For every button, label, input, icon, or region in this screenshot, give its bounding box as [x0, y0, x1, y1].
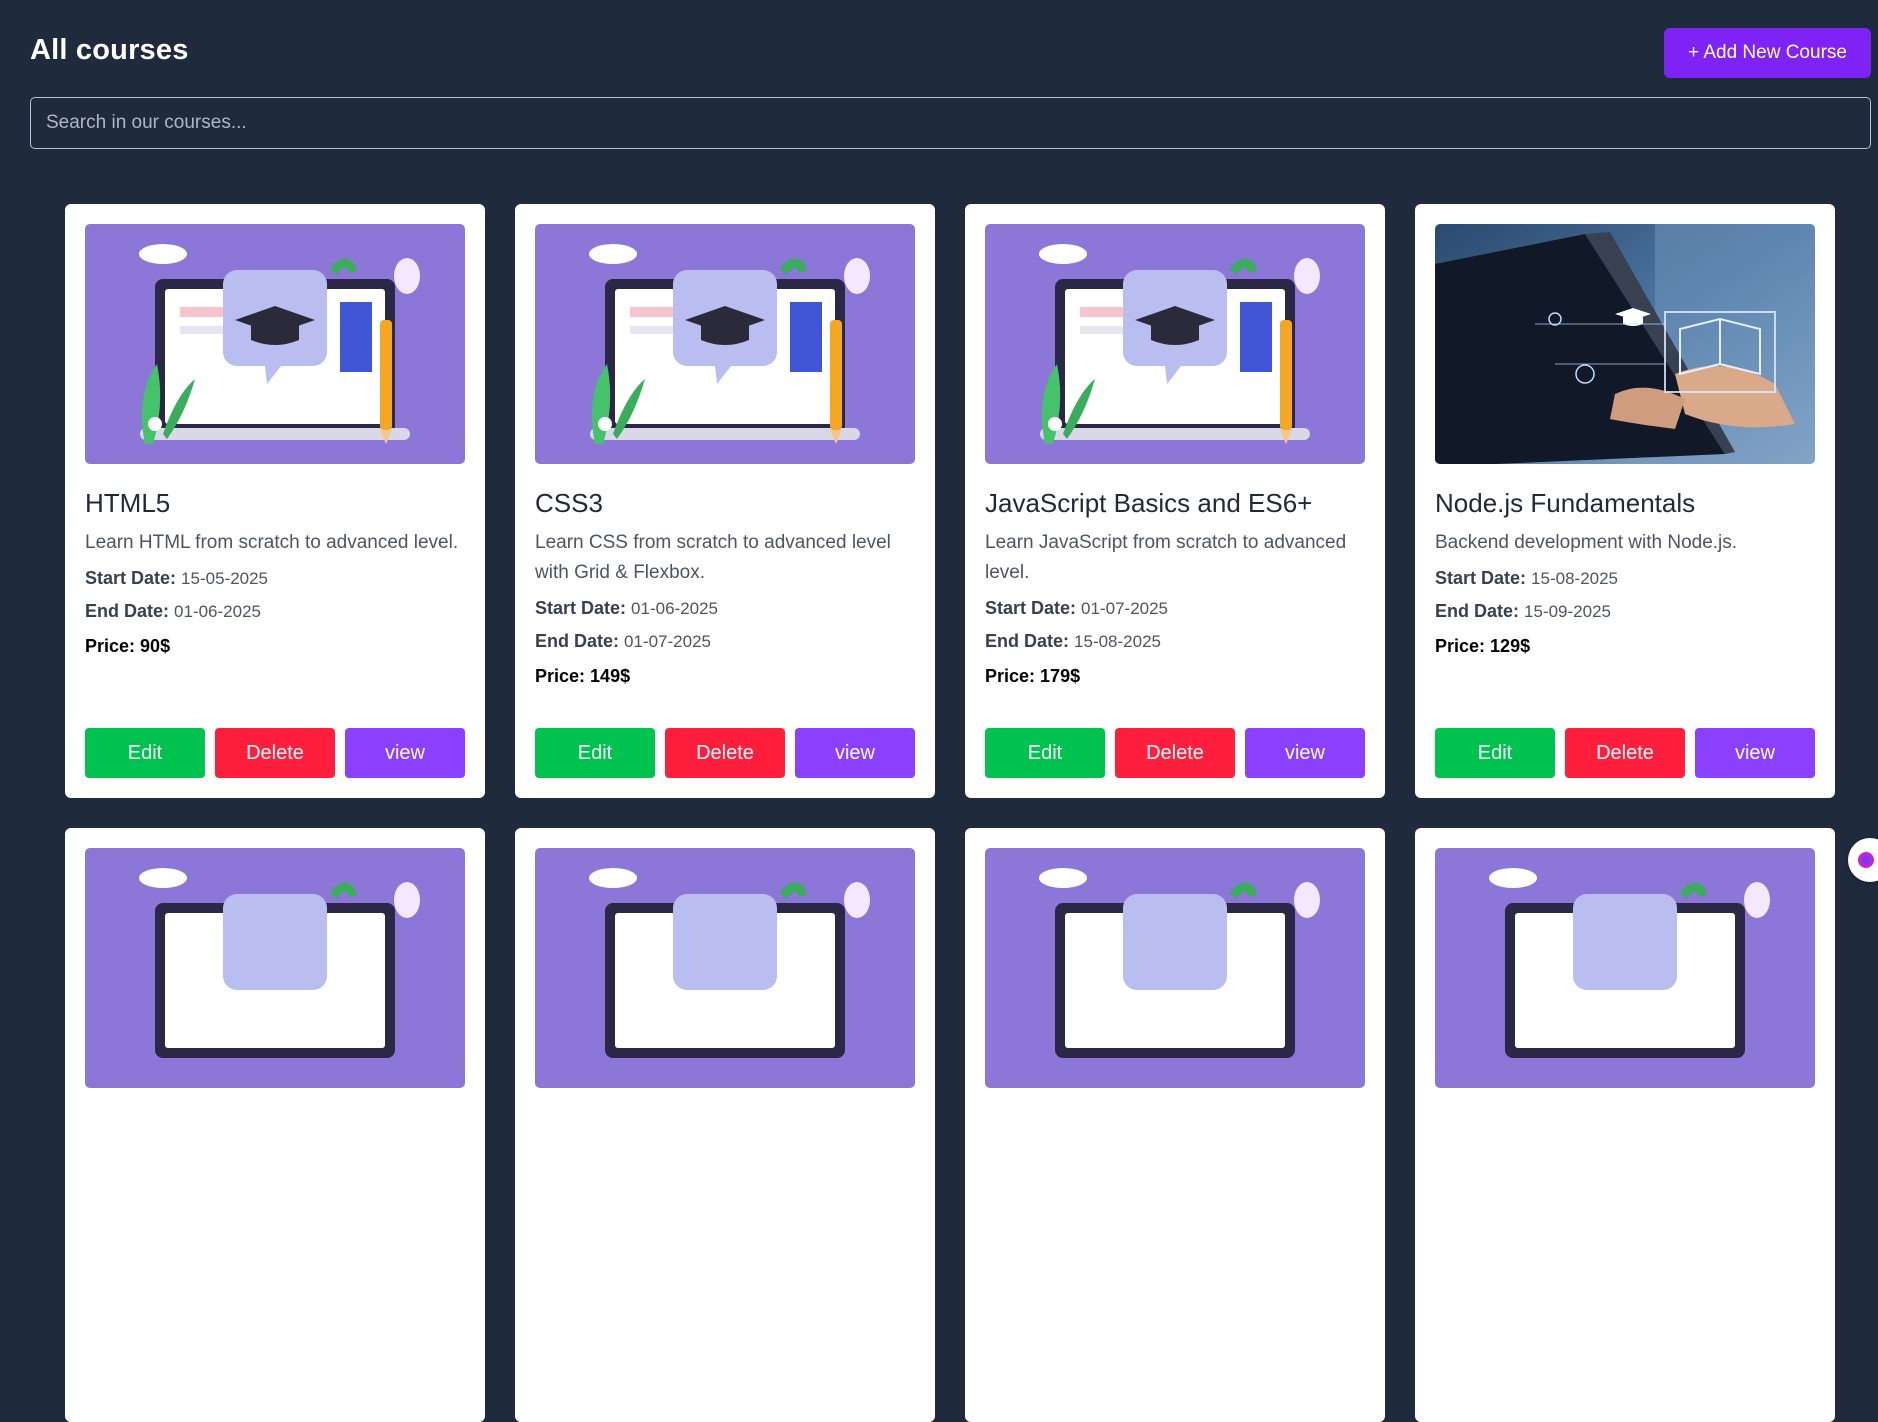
price-label: Price: — [985, 666, 1036, 686]
start-date-value: 15-05-2025 — [181, 569, 269, 588]
view-button[interactable]: view — [1245, 728, 1365, 778]
course-card — [1415, 828, 1835, 1422]
price: Price: 90$ — [85, 636, 465, 657]
price-value: 179$ — [1040, 666, 1081, 686]
end-date: End Date: 15-09-2025 — [1435, 599, 1815, 624]
end-date-value: 15-08-2025 — [1074, 632, 1161, 651]
page-title: All courses — [30, 34, 189, 66]
course-title: JavaScript Basics and ES6+ — [985, 488, 1313, 518]
start-date-value: 01-06-2025 — [631, 599, 719, 618]
laptop-hands-photo — [1435, 224, 1815, 464]
graduation-laptop-illustration — [985, 848, 1365, 1088]
edit-button[interactable]: Edit — [1435, 728, 1555, 778]
start-date: Start Date: 01-07-2025 — [985, 596, 1365, 621]
price-value: 90$ — [140, 636, 171, 656]
edit-button[interactable]: Edit — [535, 728, 655, 778]
start-date-label: Start Date: — [985, 598, 1077, 618]
course-card — [65, 828, 485, 1422]
start-date-label: Start Date: — [85, 568, 177, 588]
course-description: Learn CSS from scratch to advanced level… — [535, 532, 891, 583]
edit-button[interactable]: Edit — [85, 728, 205, 778]
delete-button[interactable]: Delete — [215, 728, 335, 778]
card-actions: Edit Delete view — [1435, 728, 1815, 778]
end-date: End Date: 01-06-2025 — [85, 599, 465, 624]
course-title: Node.js Fundamentals — [1435, 488, 1696, 518]
course-image — [535, 224, 915, 464]
end-date-label: End Date: — [85, 601, 170, 621]
end-date-label: End Date: — [1435, 601, 1520, 621]
course-title: CSS3 — [535, 488, 603, 518]
course-card — [515, 828, 935, 1422]
start-date-label: Start Date: — [535, 598, 627, 618]
view-button[interactable]: view — [795, 728, 915, 778]
course-description: Backend development with Node.js. — [1435, 532, 1738, 553]
delete-button[interactable]: Delete — [1115, 728, 1235, 778]
price-label: Price: — [1435, 636, 1486, 656]
edit-button[interactable]: Edit — [985, 728, 1105, 778]
card-actions: Edit Delete view — [985, 728, 1365, 778]
graduation-laptop-illustration — [535, 848, 915, 1088]
course-image — [1435, 224, 1815, 464]
end-date-value: 15-09-2025 — [1524, 602, 1611, 621]
course-description: Learn HTML from scratch to advanced leve… — [85, 532, 459, 553]
course-image — [985, 224, 1365, 464]
price-label: Price: — [535, 666, 586, 686]
price: Price: 179$ — [985, 666, 1365, 687]
course-card — [965, 828, 1385, 1422]
start-date: Start Date: 15-08-2025 — [1435, 566, 1815, 591]
course-image — [1435, 848, 1815, 1088]
end-date: End Date: 15-08-2025 — [985, 629, 1365, 654]
end-date-label: End Date: — [535, 631, 620, 651]
card-actions: Edit Delete view — [535, 728, 915, 778]
course-image — [985, 848, 1365, 1088]
price-label: Price: — [85, 636, 136, 656]
end-date-label: End Date: — [985, 631, 1070, 651]
course-card: Node.js Fundamentals Backend development… — [1415, 204, 1835, 798]
delete-button[interactable]: Delete — [1565, 728, 1685, 778]
graduation-laptop-illustration — [1435, 848, 1815, 1088]
end-date-value: 01-06-2025 — [174, 602, 261, 621]
assistant-launcher-button[interactable] — [1848, 838, 1878, 882]
graduation-laptop-illustration — [85, 848, 465, 1088]
assistant-icon — [1858, 852, 1874, 868]
price-value: 129$ — [1490, 636, 1531, 656]
view-button[interactable]: view — [345, 728, 465, 778]
card-actions: Edit Delete view — [85, 728, 465, 778]
course-title: HTML5 — [85, 488, 171, 518]
end-date: End Date: 01-07-2025 — [535, 629, 915, 654]
end-date-value: 01-07-2025 — [624, 632, 711, 651]
course-image — [85, 848, 465, 1088]
course-image — [85, 224, 465, 464]
add-new-course-button[interactable]: + Add New Course — [1664, 28, 1871, 78]
course-description: Learn JavaScript from scratch to advance… — [985, 532, 1347, 583]
course-card: HTML5 Learn HTML from scratch to advance… — [65, 204, 485, 798]
price-value: 149$ — [590, 666, 631, 686]
start-date-value: 15-08-2025 — [1531, 569, 1619, 588]
delete-button[interactable]: Delete — [665, 728, 785, 778]
price: Price: 129$ — [1435, 636, 1815, 657]
price: Price: 149$ — [535, 666, 915, 687]
course-image — [535, 848, 915, 1088]
start-date-label: Start Date: — [1435, 568, 1527, 588]
search-input[interactable] — [30, 97, 1871, 149]
start-date: Start Date: 15-05-2025 — [85, 566, 465, 591]
start-date-value: 01-07-2025 — [1081, 599, 1169, 618]
view-button[interactable]: view — [1695, 728, 1815, 778]
graduation-laptop-illustration — [85, 224, 465, 464]
graduation-laptop-illustration — [985, 224, 1365, 464]
course-card: JavaScript Basics and ES6+ Learn JavaScr… — [965, 204, 1385, 798]
start-date: Start Date: 01-06-2025 — [535, 596, 915, 621]
graduation-laptop-illustration — [535, 224, 915, 464]
page-header: All courses + Add New Course — [30, 28, 1871, 78]
course-card: CSS3 Learn CSS from scratch to advanced … — [515, 204, 935, 798]
